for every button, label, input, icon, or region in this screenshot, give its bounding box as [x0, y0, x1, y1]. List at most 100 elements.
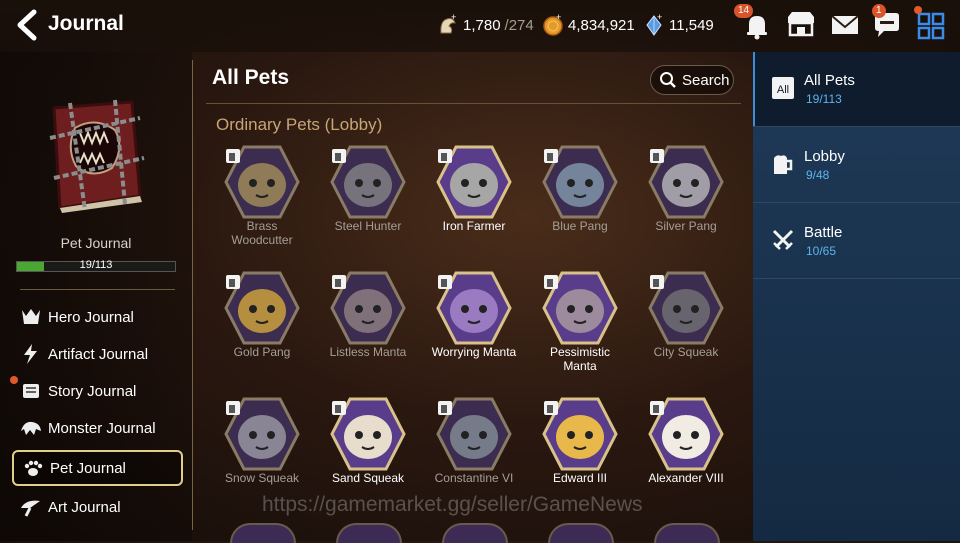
pet-card[interactable]: Silver Pang — [636, 145, 736, 265]
tab-count: 19/113 — [806, 92, 842, 106]
pet-card[interactable]: City Squeak — [636, 271, 736, 391]
menu-grid-icon[interactable] — [914, 6, 948, 42]
pet-name: Brass Woodcutter — [231, 219, 293, 247]
pet-portrait — [542, 397, 618, 471]
panel-divider — [192, 60, 193, 530]
tab-battle[interactable]: Battle 10/65 — [753, 204, 960, 279]
pet-portrait — [542, 145, 618, 219]
artifact-icon — [24, 344, 37, 364]
stamina-value: 1,780 — [463, 16, 501, 34]
mail-icon[interactable] — [828, 8, 862, 42]
pet-card[interactable]: Brass Woodcutter — [212, 145, 312, 265]
pet-name: City Squeak — [653, 345, 719, 359]
nav-label: Art Journal — [48, 498, 121, 516]
bell-icon[interactable]: 14 — [734, 4, 774, 42]
header-divider — [206, 103, 741, 104]
pet-portrait — [648, 271, 724, 345]
nav-label: Story Journal — [48, 382, 137, 400]
pet-portrait — [436, 145, 512, 219]
pet-name: Edward III — [552, 471, 608, 485]
tab-lobby[interactable]: Lobby 9/48 — [753, 128, 960, 203]
gold-counter[interactable]: + 4,834,921 — [542, 13, 635, 37]
search-button[interactable]: Search — [650, 65, 734, 95]
tab-count: 10/65 — [806, 244, 837, 258]
crystal-icon: + — [646, 13, 662, 36]
nav-pet-journal[interactable]: Pet Journal — [12, 450, 183, 486]
pet-portrait — [436, 271, 512, 345]
pet-card-partial[interactable] — [548, 523, 614, 543]
pet-card-partial[interactable] — [442, 523, 508, 543]
nav-label: Hero Journal — [48, 308, 134, 326]
art-icon — [21, 500, 40, 517]
page-title: Journal — [48, 12, 124, 35]
nav-hero-journal[interactable]: Hero Journal — [12, 300, 179, 334]
svg-text:+: + — [451, 13, 456, 22]
pet-card[interactable]: Gold Pang — [212, 271, 312, 391]
crystal-counter[interactable]: + 11,549 — [643, 13, 714, 37]
pet-name: Iron Farmer — [442, 219, 506, 233]
all-icon: All — [772, 77, 794, 99]
pet-card-partial[interactable] — [654, 523, 720, 543]
pet-portrait — [224, 145, 300, 219]
pet-journal-book-icon — [40, 98, 150, 213]
crossed-swords-icon — [772, 229, 794, 250]
pet-card-partial[interactable] — [230, 523, 296, 543]
nav-artifact-journal[interactable]: Artifact Journal — [12, 337, 179, 371]
top-bar: Journal + 1,780/274 + 4,834,921 + 11,549… — [0, 0, 960, 52]
pet-name: Worrying Manta — [431, 345, 517, 359]
pet-portrait — [648, 145, 724, 219]
nav-label: Monster Journal — [48, 419, 156, 437]
tab-label: Battle — [804, 224, 843, 241]
tab-all-pets[interactable]: All All Pets 19/113 — [753, 52, 960, 127]
pet-name: Pessimistic Manta — [549, 345, 610, 373]
pet-name: Sand Squeak — [331, 471, 405, 485]
pet-portrait — [224, 271, 300, 345]
section-label: Ordinary Pets (Lobby) — [216, 115, 383, 134]
notification-badge: 14 — [734, 4, 754, 18]
paw-icon — [24, 460, 43, 476]
nav-art-journal[interactable]: Art Journal — [12, 490, 179, 524]
mail-badge: 1 — [872, 4, 886, 18]
stamina-icon: + — [440, 13, 456, 34]
story-alert-dot — [10, 376, 18, 384]
gold-coin-icon: + — [543, 13, 563, 36]
nav-story-journal[interactable]: Story Journal — [10, 374, 179, 408]
back-arrow-icon[interactable] — [12, 8, 42, 42]
nav-label: Pet Journal — [50, 459, 126, 477]
shop-icon[interactable] — [784, 8, 818, 42]
pet-portrait — [330, 271, 406, 345]
chat-icon[interactable]: 1 — [870, 4, 904, 42]
search-icon — [660, 72, 676, 88]
pet-portrait — [224, 397, 300, 471]
journal-progress-text: 19/113 — [79, 259, 113, 271]
pet-card[interactable]: Blue Pang — [530, 145, 630, 265]
tab-label: Lobby — [804, 148, 845, 165]
svg-text:+: + — [657, 13, 662, 22]
hero-icon — [22, 309, 40, 324]
category-panel: All All Pets 19/113 Lobby 9/48 Battle 10… — [753, 52, 960, 541]
nav-monster-journal[interactable]: Monster Journal — [12, 411, 179, 445]
pet-name: Snow Squeak — [224, 471, 300, 485]
mug-icon — [774, 155, 793, 174]
pet-card[interactable]: Pessimistic Manta — [530, 271, 630, 391]
pet-portrait — [330, 145, 406, 219]
pet-card[interactable]: Iron Farmer — [424, 145, 524, 265]
stamina-max: /274 — [504, 16, 534, 34]
stamina-counter[interactable]: + 1,780/274 — [437, 13, 534, 37]
pet-name: Steel Hunter — [334, 219, 402, 233]
journal-sidebar: Pet Journal 19/113 Hero Journal Artifact… — [0, 52, 192, 541]
pet-card[interactable]: Steel Hunter — [318, 145, 418, 265]
sidebar-divider — [20, 289, 175, 290]
pet-name: Blue Pang — [552, 219, 608, 233]
main-title: All Pets — [212, 66, 290, 89]
pet-name: Listless Manta — [329, 345, 407, 359]
pet-card[interactable]: Alexander VIII — [636, 397, 736, 517]
pet-card-partial[interactable] — [336, 523, 402, 543]
pet-card[interactable]: Listless Manta — [318, 271, 418, 391]
pet-card[interactable]: Worrying Manta — [424, 271, 524, 391]
pet-portrait — [330, 397, 406, 471]
pet-name: Gold Pang — [233, 345, 291, 359]
pet-name: Constantine VI — [434, 471, 514, 485]
gold-value: 4,834,921 — [568, 16, 635, 34]
scroll-icon — [23, 384, 39, 398]
